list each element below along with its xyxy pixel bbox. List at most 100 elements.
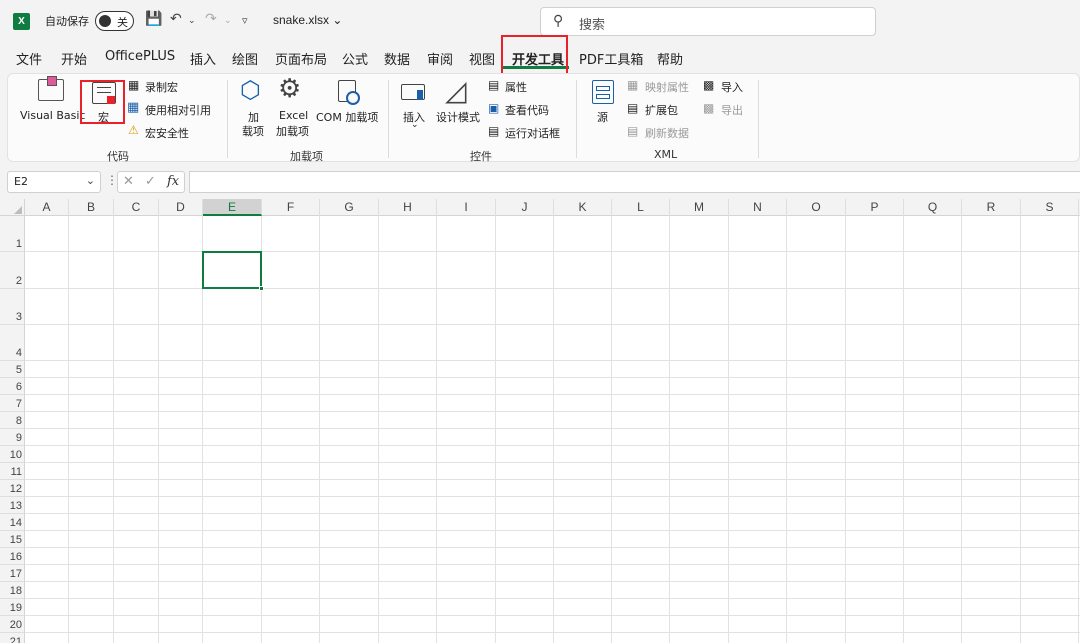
column-header-q[interactable]: Q bbox=[904, 199, 962, 216]
design-mode-label: 设计模式 bbox=[436, 111, 480, 124]
column-header-m[interactable]: M bbox=[670, 199, 729, 216]
column-header-j[interactable]: J bbox=[496, 199, 554, 216]
column-header-k[interactable]: K bbox=[554, 199, 612, 216]
tab-review[interactable]: 审阅 bbox=[427, 49, 453, 68]
tab-home[interactable]: 开始 bbox=[61, 49, 87, 68]
column-header-p[interactable]: P bbox=[846, 199, 904, 216]
select-all-icon bbox=[14, 206, 22, 214]
search-icon: ⚲ bbox=[553, 13, 564, 29]
column-header-c[interactable]: C bbox=[114, 199, 159, 216]
tab-page-layout[interactable]: 页面布局 bbox=[275, 49, 327, 68]
grid-line bbox=[1078, 216, 1079, 643]
row-header-19[interactable]: 19 bbox=[0, 599, 25, 616]
insert-function-icon[interactable]: fx bbox=[167, 174, 179, 189]
formula-buttons: ✕ ✓ fx bbox=[117, 171, 185, 193]
tab-officeplus[interactable]: OfficePLUS bbox=[105, 49, 175, 64]
column-header-n[interactable]: N bbox=[729, 199, 787, 216]
grid-line bbox=[611, 216, 612, 643]
column-header-s[interactable]: S bbox=[1021, 199, 1079, 216]
tab-data[interactable]: 数据 bbox=[384, 49, 410, 68]
row-header-10[interactable]: 10 bbox=[0, 446, 25, 463]
grid-line bbox=[25, 615, 1080, 616]
column-header-a[interactable]: A bbox=[25, 199, 69, 216]
select-all-button[interactable] bbox=[0, 199, 25, 216]
autosave-toggle[interactable]: 关 bbox=[95, 11, 134, 31]
worksheet-grid[interactable]: ABCDEFGHIJKLMNOPQRS 1 2 3 4 5 6 7 8 9 10 11 12 13 14 1… bbox=[0, 199, 1080, 643]
row-header-16[interactable]: 16 bbox=[0, 548, 25, 565]
search-box[interactable]: ⚲ 搜索 bbox=[540, 7, 876, 36]
column-header-r[interactable]: R bbox=[962, 199, 1021, 216]
grid-line bbox=[113, 216, 114, 643]
chevron-down-icon: ⌄ bbox=[85, 174, 95, 187]
grid-line bbox=[1020, 216, 1021, 643]
grid-line bbox=[495, 216, 496, 643]
redo-icon[interactable]: ↷ bbox=[205, 11, 217, 27]
row-header-11[interactable]: 11 bbox=[0, 463, 25, 480]
row-header-4[interactable]: 4 bbox=[0, 325, 25, 361]
grid-line bbox=[378, 216, 379, 643]
row-header-15[interactable]: 15 bbox=[0, 531, 25, 548]
tab-help[interactable]: 帮助 bbox=[657, 49, 683, 68]
group-separator bbox=[758, 80, 759, 158]
export-label: 导出 bbox=[721, 104, 743, 117]
search-placeholder: 搜索 bbox=[579, 18, 606, 33]
file-name[interactable]: snake.xlsx ⌄ bbox=[273, 13, 342, 27]
row-header-14[interactable]: 14 bbox=[0, 514, 25, 531]
row-header-6[interactable]: 6 bbox=[0, 378, 25, 395]
tab-file[interactable]: 文件 bbox=[16, 49, 42, 68]
group-label-code: 代码 bbox=[107, 150, 129, 163]
group-separator bbox=[576, 80, 577, 158]
column-header-h[interactable]: H bbox=[379, 199, 437, 216]
column-header-d[interactable]: D bbox=[159, 199, 203, 216]
tab-formulas[interactable]: 公式 bbox=[342, 49, 368, 68]
save-icon[interactable]: 💾 bbox=[145, 11, 162, 27]
column-header-l[interactable]: L bbox=[612, 199, 670, 216]
tab-insert[interactable]: 插入 bbox=[190, 49, 216, 68]
grid-line bbox=[25, 547, 1080, 548]
row-header-12[interactable]: 12 bbox=[0, 480, 25, 497]
column-header-i[interactable]: I bbox=[437, 199, 496, 216]
name-box[interactable]: E2 ⌄ bbox=[7, 171, 101, 193]
column-header-o[interactable]: O bbox=[787, 199, 846, 216]
redo-dropdown-icon[interactable]: ⌄ bbox=[224, 16, 232, 26]
column-header-e[interactable]: E bbox=[203, 199, 262, 216]
row-header-21[interactable]: 21 bbox=[0, 633, 25, 643]
grid-line bbox=[25, 360, 1080, 361]
refresh-data-icon: ▤ bbox=[627, 124, 639, 138]
row-header-17[interactable]: 17 bbox=[0, 565, 25, 582]
row-header-1[interactable]: 1 bbox=[0, 216, 25, 252]
tab-view[interactable]: 视图 bbox=[469, 49, 495, 68]
row-header-7[interactable]: 7 bbox=[0, 395, 25, 412]
row-header-3[interactable]: 3 bbox=[0, 289, 25, 325]
row-header-9[interactable]: 9 bbox=[0, 429, 25, 446]
selected-cell[interactable] bbox=[202, 251, 262, 289]
row-header-5[interactable]: 5 bbox=[0, 361, 25, 378]
row-header-2[interactable]: 2 bbox=[0, 252, 25, 289]
record-macro-icon: ▦ bbox=[128, 78, 140, 92]
tab-pdf-tools[interactable]: PDF工具箱 bbox=[579, 49, 643, 68]
column-header-g[interactable]: G bbox=[320, 199, 379, 216]
enter-icon[interactable]: ✓ bbox=[145, 174, 156, 189]
row-header-8[interactable]: 8 bbox=[0, 412, 25, 429]
formula-input[interactable] bbox=[189, 171, 1080, 193]
grid-line bbox=[845, 216, 846, 643]
visual-basic-label: Visual Basic bbox=[20, 109, 86, 122]
row-header-18[interactable]: 18 bbox=[0, 582, 25, 599]
customize-toolbar-icon[interactable]: ▿ bbox=[242, 14, 248, 27]
autosave-state: 关 bbox=[117, 16, 128, 29]
tab-draw[interactable]: 绘图 bbox=[232, 49, 258, 68]
undo-dropdown-icon[interactable]: ⌄ bbox=[188, 16, 196, 26]
row-header-13[interactable]: 13 bbox=[0, 497, 25, 514]
run-dialog-label: 运行对话框 bbox=[505, 127, 560, 140]
fill-handle[interactable] bbox=[259, 286, 264, 291]
cancel-icon[interactable]: ✕ bbox=[123, 174, 134, 189]
excel-addins-label-1: Excel bbox=[279, 109, 309, 122]
column-header-f[interactable]: F bbox=[262, 199, 320, 216]
excel-addins-label-2: 加载项 bbox=[276, 125, 309, 138]
undo-icon[interactable]: ↶ bbox=[170, 11, 182, 27]
column-header-b[interactable]: B bbox=[69, 199, 114, 216]
visual-basic-icon bbox=[38, 76, 64, 101]
row-header-20[interactable]: 20 bbox=[0, 616, 25, 633]
macro-security-label: 宏安全性 bbox=[145, 127, 189, 140]
com-addins-label: COM 加载项 bbox=[316, 111, 379, 124]
